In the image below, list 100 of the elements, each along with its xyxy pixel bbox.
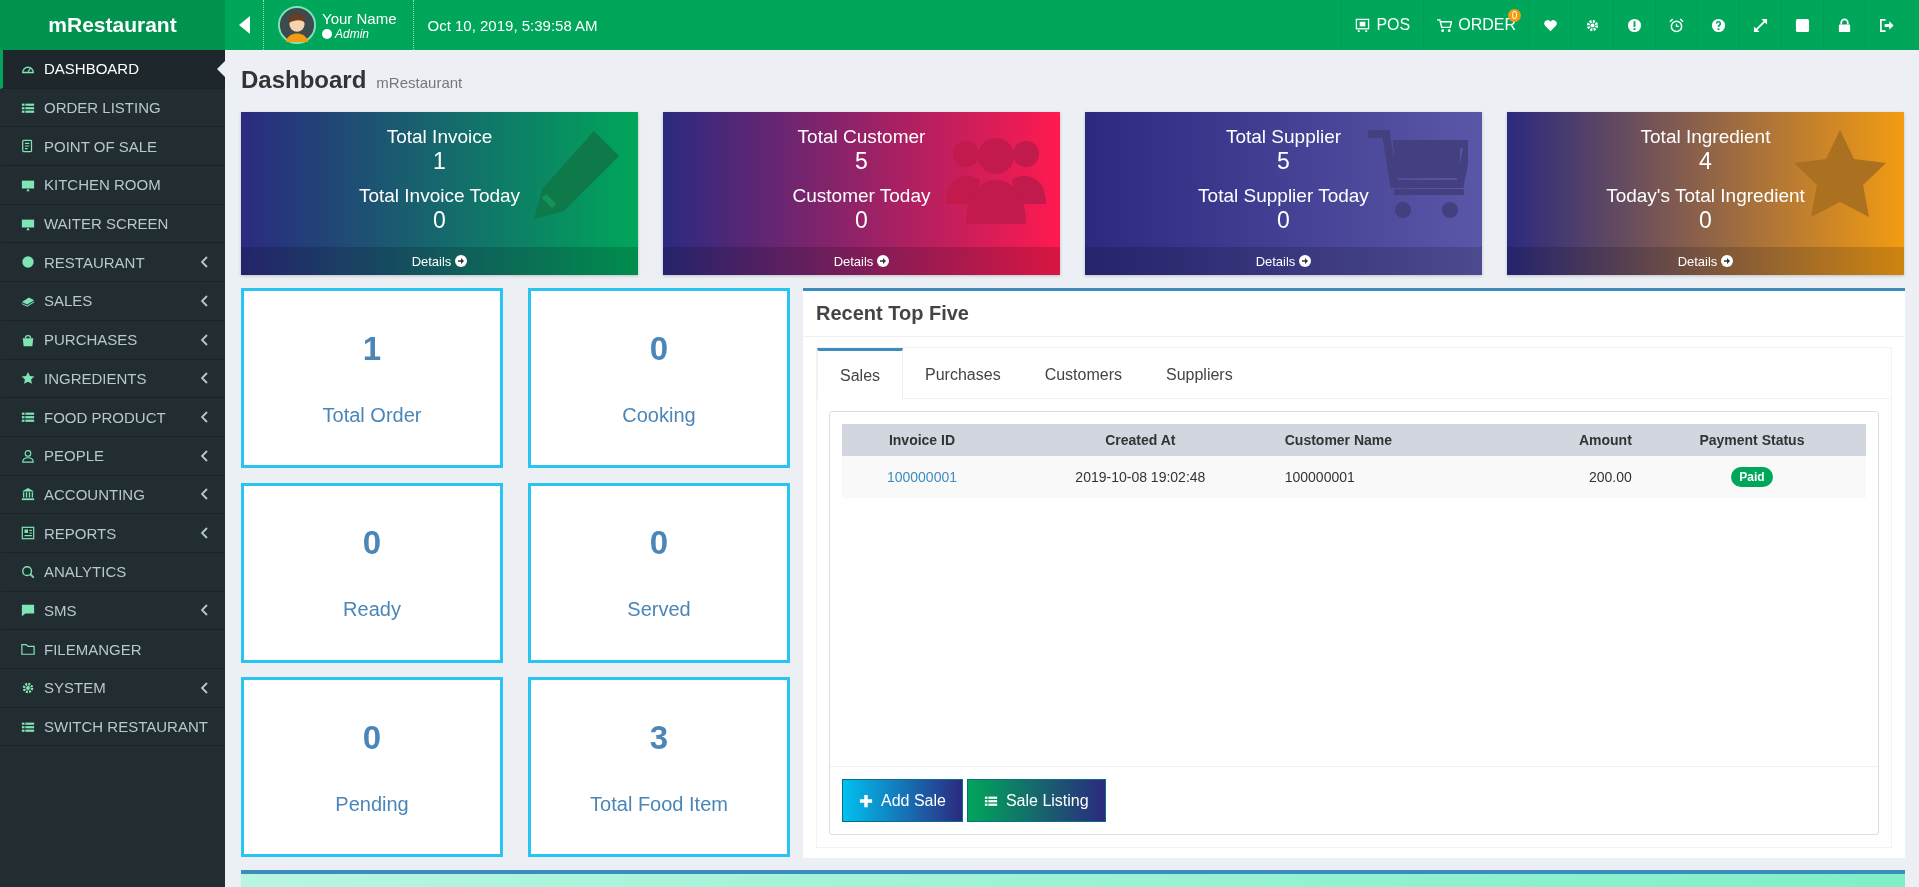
- stat-value: 1: [433, 147, 446, 175]
- alarm-clock-icon: [1669, 17, 1684, 33]
- arrow-circle-icon: [1721, 255, 1734, 267]
- square-icon: [1795, 17, 1810, 33]
- avatar-icon: [278, 6, 316, 44]
- chevron-icon: [201, 527, 209, 540]
- column-header: Amount: [1511, 424, 1638, 456]
- order-status-label: Served: [627, 598, 691, 622]
- table-cell: 2019-10-08 19:02:48: [1001, 456, 1279, 498]
- stat-label: Total Invoice Today: [358, 184, 521, 207]
- lock-icon: [1837, 17, 1852, 33]
- order-status-label: Total Order: [322, 403, 422, 427]
- stat-value: 5: [855, 147, 868, 175]
- stat-label: Total Supplier Today: [1198, 184, 1369, 207]
- details-link[interactable]: Details: [833, 253, 890, 269]
- stat-label: Total Ingredient: [1640, 125, 1771, 148]
- list-icon: [21, 410, 35, 425]
- sidebar-item[interactable]: REPORTS: [0, 514, 225, 553]
- sidebar-item[interactable]: ACCOUNTING: [0, 475, 225, 515]
- details-link[interactable]: Details: [1677, 253, 1734, 269]
- chevron-icon: [201, 449, 209, 462]
- order-status-label: Cooking: [622, 403, 696, 427]
- tab[interactable]: Sales: [817, 348, 904, 399]
- search-icon: [21, 564, 35, 579]
- star-icon: [21, 371, 35, 386]
- order-count: 3: [649, 718, 669, 757]
- arrow-circle-icon: [877, 255, 890, 267]
- report-icon: [21, 526, 35, 541]
- stat-value: 0: [1277, 206, 1290, 234]
- sidebar-item[interactable]: ORDER LISTING: [0, 88, 225, 128]
- plus-icon: [859, 793, 873, 808]
- stat-label: Total Supplier: [1225, 125, 1342, 148]
- sidebar-item[interactable]: SMS: [0, 591, 225, 631]
- column-header: Created At: [1001, 424, 1279, 456]
- stat-value: 0: [1699, 206, 1712, 234]
- count-badge: 0: [1508, 9, 1521, 22]
- tab[interactable]: Purchases: [903, 348, 1023, 398]
- page-subtitle: mRestaurant: [376, 74, 463, 91]
- stat-value: 0: [855, 206, 868, 234]
- invoice-link[interactable]: 100000001: [886, 469, 957, 485]
- details-link[interactable]: Details: [1255, 253, 1312, 269]
- page-title: Dashboard: [241, 66, 367, 94]
- user-icon: [21, 448, 35, 463]
- sidebar-item[interactable]: PURCHASES: [0, 320, 225, 360]
- table-cell: 200.00: [1511, 456, 1638, 498]
- column-header: Invoice ID: [842, 424, 1002, 456]
- cart-icon: [1437, 17, 1453, 33]
- arrow-circle-icon: [455, 255, 468, 267]
- sidebar-item[interactable]: FILEMANGER: [0, 630, 225, 669]
- stat-label: Customer Today: [792, 184, 931, 207]
- plate-icon: [21, 255, 35, 270]
- alert-icon: [1627, 17, 1642, 33]
- sidebar-item[interactable]: SYSTEM: [0, 669, 225, 708]
- table-cell: 100000001: [1278, 456, 1512, 498]
- details-link[interactable]: Details: [411, 253, 468, 269]
- order-count: 0: [649, 524, 669, 563]
- online-status-dot: [322, 28, 332, 39]
- chat-icon: [21, 603, 35, 618]
- settings-icon: [21, 680, 35, 695]
- form-icon: [21, 139, 35, 154]
- add-button[interactable]: Add Sale: [842, 779, 963, 822]
- bag-icon: [21, 332, 35, 347]
- sidebar-item[interactable]: KITCHEN ROOM: [0, 166, 225, 205]
- order-count: 0: [362, 718, 382, 757]
- chevron-icon: [201, 333, 209, 346]
- sidebar-item[interactable]: DASHBOARD: [0, 50, 225, 89]
- stat-label: Total Invoice: [386, 125, 493, 148]
- sidebar-item[interactable]: ANALYTICS: [0, 552, 225, 592]
- chevron-icon: [201, 411, 209, 424]
- status-badge: Paid: [1731, 467, 1773, 487]
- settings-icon: [1585, 17, 1600, 33]
- listing-button[interactable]: Sale Listing: [966, 779, 1106, 822]
- column-header: Payment Status: [1637, 424, 1866, 456]
- chevron-icon: [201, 256, 209, 269]
- help-icon: [1711, 17, 1726, 33]
- order-status-label: Total Food Item: [590, 792, 728, 816]
- bank-icon: [21, 487, 35, 502]
- arrow-circle-icon: [1299, 255, 1312, 267]
- sidebar-item[interactable]: WAITER SCREEN: [0, 204, 225, 244]
- sidebar-item[interactable]: SWITCH RESTAURANT: [0, 707, 225, 747]
- stat-label: Today's Total Ingredient: [1606, 184, 1805, 207]
- app-brand[interactable]: mRestaurant: [0, 0, 225, 50]
- sidebar-item[interactable]: INGREDIENTS: [0, 359, 225, 399]
- selection-pointer: [217, 61, 225, 77]
- sidebar-item[interactable]: SALES: [0, 282, 225, 321]
- tab[interactable]: Customers: [1022, 348, 1144, 398]
- sidebar-item[interactable]: POINT OF SALE: [0, 127, 225, 167]
- order-count: 0: [362, 524, 382, 563]
- stat-label: Total Customer: [797, 125, 926, 148]
- sidebar-item[interactable]: PEOPLE: [0, 436, 225, 476]
- order-count: 1: [362, 329, 382, 368]
- sidebar-item[interactable]: FOOD PRODUCT: [0, 398, 225, 437]
- tab[interactable]: Suppliers: [1144, 348, 1255, 398]
- order-count: 0: [649, 329, 669, 368]
- expand-icon: [1753, 17, 1768, 33]
- sidebar-item[interactable]: RESTAURANT: [0, 243, 225, 283]
- folder-icon: [21, 642, 35, 657]
- order-status-label: Ready: [343, 598, 401, 622]
- chevron-icon: [201, 604, 209, 617]
- register-icon: [1355, 17, 1371, 33]
